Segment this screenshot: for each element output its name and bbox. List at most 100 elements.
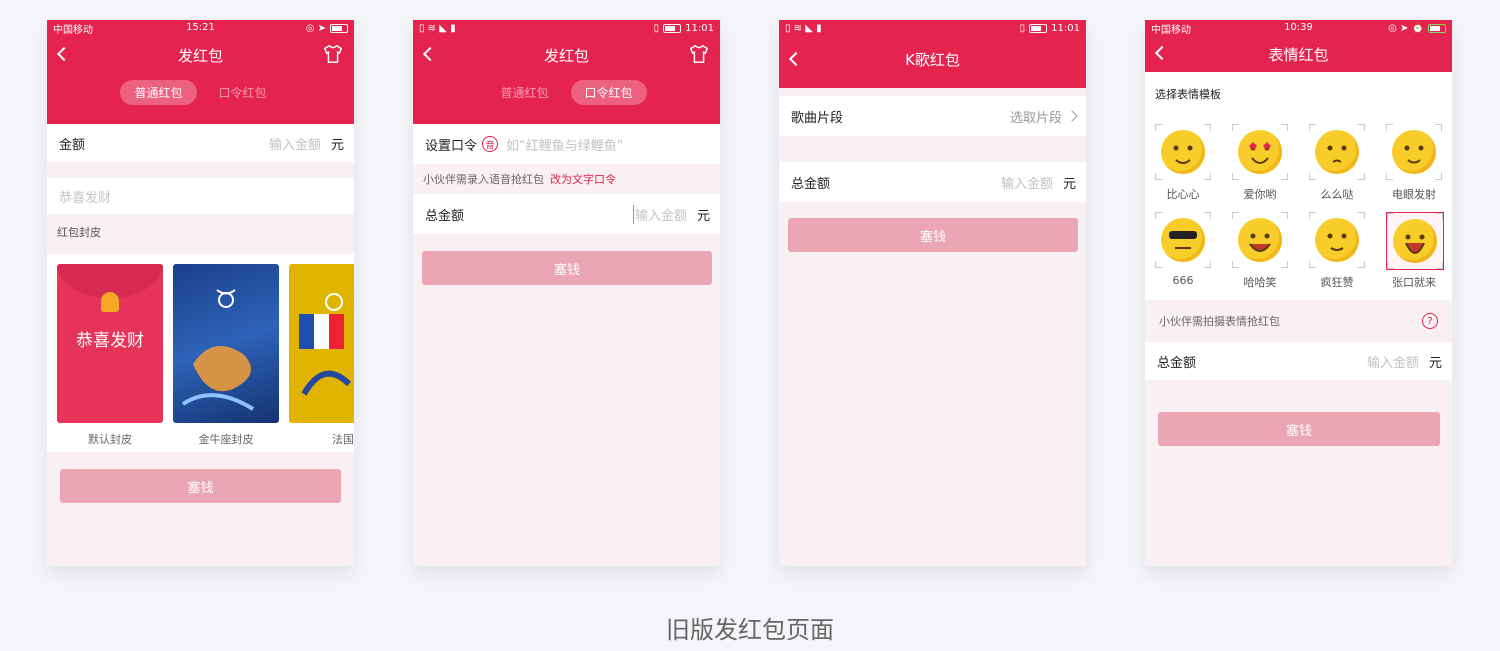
emoji-face-icon — [1315, 130, 1359, 174]
cover-label: 法国 — [332, 433, 354, 446]
cover-shirt-icon[interactable] — [322, 43, 344, 65]
header: 中国移动 10:39 ◎ ➤ ⏰ 表情红包 — [1145, 20, 1452, 72]
cover-taurus[interactable] — [173, 264, 279, 423]
emoji-option[interactable] — [1386, 212, 1444, 270]
cover-shirt-icon[interactable] — [688, 43, 710, 65]
emoji-face-icon — [1315, 218, 1359, 262]
greeting-input[interactable]: 恭喜发财 — [47, 178, 354, 214]
battery-icon — [663, 23, 682, 33]
tab-password[interactable]: 口令红包 — [205, 80, 281, 105]
frame-corner — [1386, 173, 1393, 180]
frame-corner — [1358, 124, 1365, 131]
emoji-label: 比心心 — [1166, 188, 1200, 201]
emoji-option[interactable] — [1309, 124, 1365, 180]
unit-label: 元 — [1062, 176, 1076, 192]
song-label: 歌曲片段 — [791, 110, 844, 126]
phone-normal-redpacket: 中国移动 15:21 ◎ ➤ 发红包 普通红包 口令红包 金额 输入金额 元 恭… — [47, 20, 354, 566]
frame-corner — [1435, 124, 1442, 131]
amount-input[interactable]: 输入金额 — [1367, 352, 1419, 371]
header: 中国移动 15:21 ◎ ➤ 发红包 普通红包 口令红包 — [47, 20, 354, 124]
page-title: K歌红包 — [905, 50, 960, 69]
total-amount-row[interactable]: 总金额 输入金额 元 — [1145, 342, 1452, 380]
emoji-face-icon — [1238, 218, 1282, 262]
submit-button[interactable]: 塞钱 — [422, 251, 712, 285]
cover-default[interactable]: 恭喜发财 — [57, 264, 163, 423]
unit-label: 元 — [330, 137, 344, 153]
back-icon[interactable] — [788, 51, 804, 67]
frame-corner — [1309, 173, 1316, 180]
emoji-option[interactable] — [1232, 124, 1288, 180]
status-left-icons: ▯ ≋ ◣ ▮ — [419, 22, 456, 34]
page-caption: 旧版发红包页面 — [666, 616, 834, 644]
nav-bar: K歌红包 — [779, 36, 1086, 82]
total-amount-row[interactable]: 总金额 输入金额 元 — [413, 194, 720, 234]
header: ▯ ≋ ◣ ▮ ▯ 11:01 K歌红包 — [779, 20, 1086, 88]
frame-corner — [1387, 262, 1394, 269]
tab-normal[interactable]: 普通红包 — [120, 79, 197, 105]
emoji-option[interactable] — [1386, 124, 1442, 180]
voice-badge: 音 — [482, 136, 499, 152]
status-bar: ▯ ≋ ◣ ▮ ▯ 11:01 — [779, 20, 1086, 36]
header: ▯ ≋ ◣ ▮ ▯ 11:01 发红包 普通红包 口令红包 — [413, 20, 720, 124]
battery-icon — [1029, 23, 1048, 33]
submit-button[interactable]: 塞钱 — [1158, 412, 1440, 446]
total-label: 总金额 — [791, 176, 831, 192]
cover-france[interactable] — [289, 264, 354, 423]
phone-emoji-redpacket: 中国移动 10:39 ◎ ➤ ⏰ 表情红包 选择表情模板 小伙伴需拍摄表情抢红包… — [1145, 20, 1452, 566]
taurus-illustration — [181, 289, 255, 411]
frame-corner — [1204, 173, 1211, 180]
submit-button[interactable]: 塞钱 — [788, 218, 1078, 252]
emoji-option[interactable] — [1232, 212, 1288, 268]
back-icon[interactable] — [1154, 45, 1170, 61]
frame-corner — [1232, 173, 1239, 180]
amount-input[interactable]: 输入金额 — [1001, 173, 1053, 192]
back-icon[interactable] — [56, 46, 72, 62]
password-input[interactable]: 如“红鲤鱼与绿鲤鱼” — [506, 135, 623, 154]
template-title: 选择表情模板 — [1155, 88, 1221, 101]
tab-password[interactable]: 口令红包 — [570, 79, 647, 105]
status-bar: ▯ ≋ ◣ ▮ ▯ 11:01 — [413, 20, 720, 36]
emoji-option[interactable] — [1155, 212, 1211, 268]
cover-default-text: 恭喜发财 — [76, 331, 144, 351]
battery-icon — [1428, 23, 1446, 33]
emoji-hint: 小伙伴需拍摄表情抢红包 — [1159, 315, 1280, 328]
emoji-option[interactable] — [1155, 124, 1211, 180]
emoji-hint-row: 小伙伴需拍摄表情抢红包 ? — [1145, 300, 1452, 342]
frame-corner — [1155, 261, 1162, 268]
help-icon[interactable]: ? — [1422, 313, 1438, 329]
amount-row[interactable]: 金额 输入金额 元 — [47, 124, 354, 162]
nav-bar: 发红包 — [47, 36, 354, 74]
amount-label: 金额 — [59, 137, 86, 153]
status-bar: 中国移动 10:39 ◎ ➤ ⏰ — [1145, 20, 1452, 36]
amount-input[interactable]: 输入金额 — [632, 204, 687, 224]
phone-password-redpacket: ▯ ≋ ◣ ▮ ▯ 11:01 发红包 普通红包 口令红包 设置口令 音 如“红鲤… — [413, 20, 720, 566]
frame-corner — [1204, 261, 1211, 268]
frame-corner — [1436, 262, 1443, 269]
submit-button[interactable]: 塞钱 — [60, 469, 341, 503]
tab-switch: 普通红包 口令红包 — [413, 74, 720, 110]
emoji-label: 爱你哟 — [1243, 188, 1277, 201]
frame-corner — [1204, 212, 1211, 219]
password-row[interactable]: 设置口令 音 如“红鲤鱼与绿鲤鱼” — [413, 124, 720, 164]
frame-corner — [1204, 124, 1211, 131]
emoji-option[interactable] — [1309, 212, 1365, 268]
switch-to-text-link[interactable]: 改为文字口令 — [550, 171, 616, 187]
song-clip-row[interactable]: 歌曲片段 选取片段 — [779, 96, 1086, 136]
unit-label: 元 — [696, 208, 710, 224]
amount-input[interactable]: 输入金额 — [269, 134, 321, 153]
emoji-label: 666 — [1172, 274, 1194, 287]
page-title: 发红包 — [177, 46, 223, 65]
page-title: 表情红包 — [1268, 45, 1329, 64]
emoji-label: 哈哈笑 — [1243, 276, 1277, 289]
frame-corner — [1435, 173, 1442, 180]
status-time: 15:21 — [186, 22, 215, 33]
back-icon[interactable] — [422, 46, 438, 62]
total-label: 总金额 — [1157, 355, 1197, 371]
phone-karaoke-redpacket: ▯ ≋ ◣ ▮ ▯ 11:01 K歌红包 歌曲片段 选取片段 总金额 输入金额 元… — [779, 20, 1086, 566]
total-amount-row[interactable]: 总金额 输入金额 元 — [779, 162, 1086, 202]
total-label: 总金额 — [425, 208, 465, 224]
tab-normal[interactable]: 普通红包 — [486, 80, 562, 105]
frame-corner — [1436, 213, 1443, 220]
emoji-face-icon — [1393, 219, 1437, 263]
select-clip[interactable]: 选取片段 — [1010, 107, 1062, 126]
